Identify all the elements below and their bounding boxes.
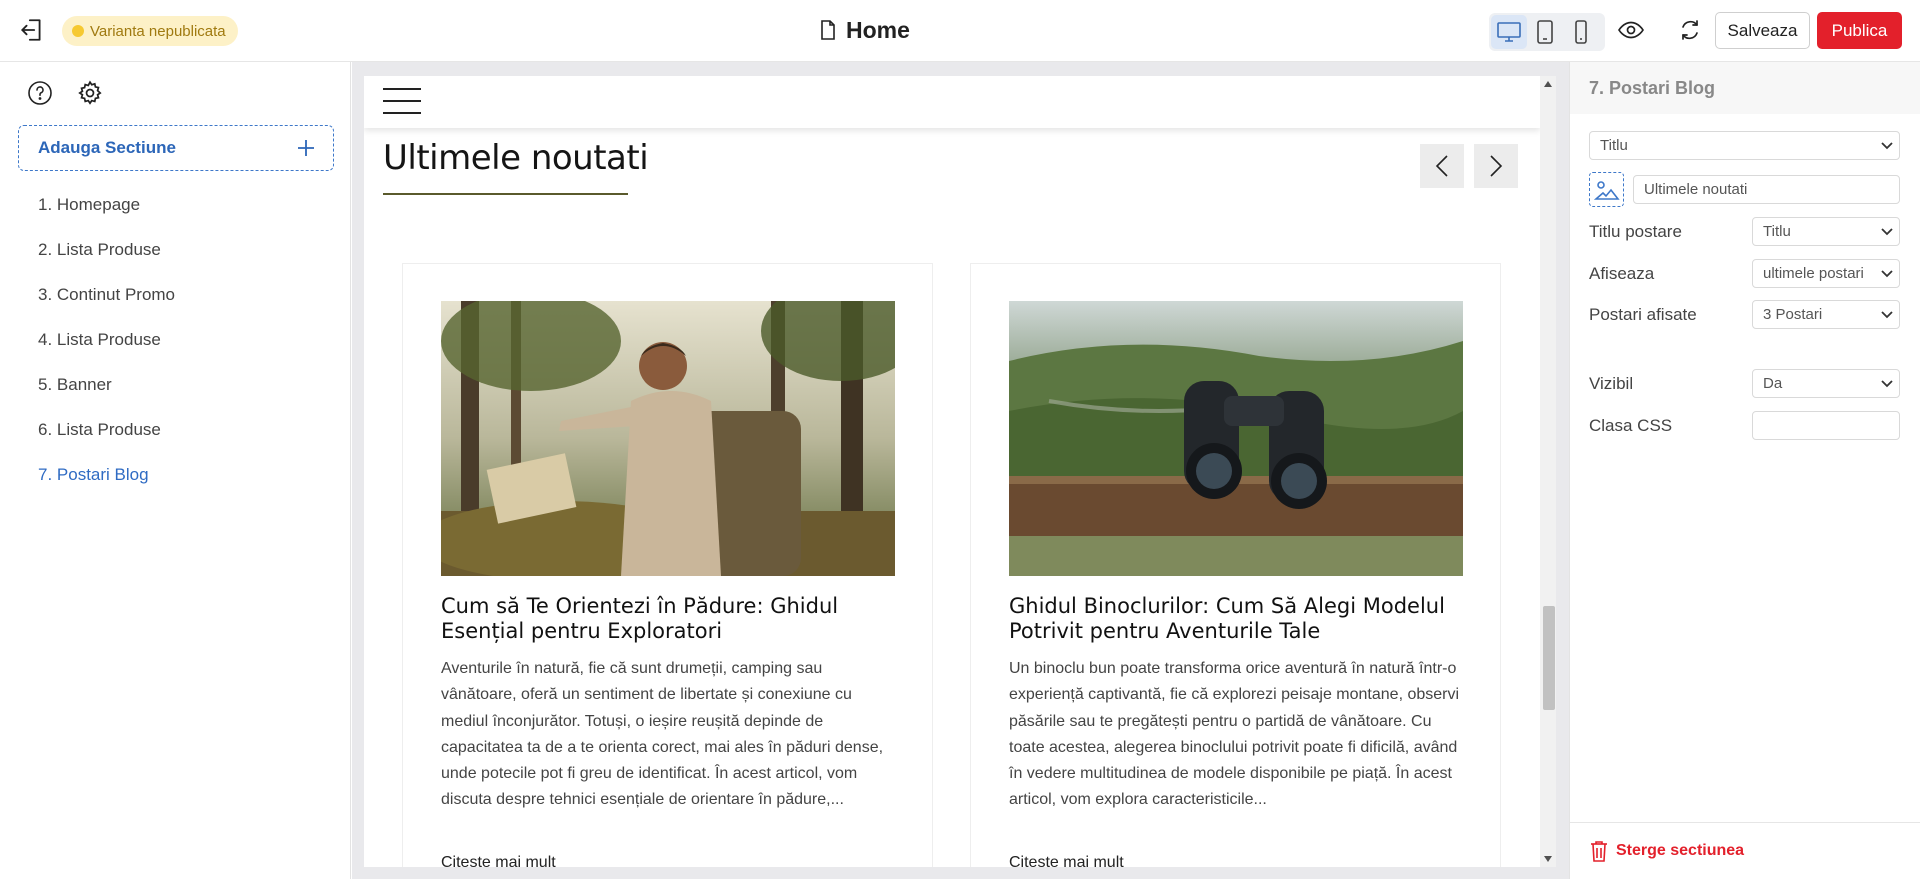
tablet-view-button[interactable] <box>1527 15 1563 49</box>
read-more-link[interactable]: Citeste mai mult <box>1009 854 1124 867</box>
posts-shown-select-value: 3 Postari <box>1763 306 1823 323</box>
settings-button[interactable] <box>76 79 104 107</box>
chevron-down-icon <box>1881 141 1893 149</box>
add-section-button[interactable]: Adauga Sectiune <box>18 125 334 171</box>
chevron-down-icon <box>1881 310 1893 318</box>
visible-select-value: Da <box>1763 375 1783 392</box>
binoculars-image <box>1009 301 1463 576</box>
title-underline <box>383 193 628 195</box>
triangle-down-icon <box>1544 856 1552 862</box>
sections-sidebar: Adauga Sectiune 1. Homepage 2. Lista Pro… <box>0 62 351 879</box>
section-item-lista-produse-1[interactable]: 2. Lista Produse <box>38 227 175 272</box>
triangle-up-icon <box>1544 81 1552 87</box>
desktop-icon <box>1497 22 1521 42</box>
css-class-label: Clasa CSS <box>1589 416 1673 435</box>
canvas-scrollbar[interactable] <box>1540 76 1556 867</box>
status-dot <box>72 25 84 37</box>
page-title: Home <box>820 14 910 46</box>
title-type-value: Titlu <box>1600 137 1628 154</box>
scrollbar-thumb[interactable] <box>1543 606 1555 710</box>
plus-icon <box>298 140 314 156</box>
blog-post-card: Cum să Te Orientezi în Pădure: Ghidul Es… <box>402 263 933 867</box>
mobile-view-button[interactable] <box>1563 15 1599 49</box>
section-item-lista-produse-3[interactable]: 6. Lista Produse <box>38 407 175 452</box>
post-image-binoculars[interactable] <box>1009 301 1463 576</box>
preview-canvas: Ultimele noutati Cum să Te Orientezi în … <box>364 76 1540 867</box>
post-excerpt: Un binoclu bun poate transforma orice av… <box>1009 660 1460 809</box>
section-list: 1. Homepage 2. Lista Produse 3. Continut… <box>38 182 175 497</box>
exit-button[interactable] <box>16 14 48 46</box>
chevron-left-icon <box>1435 155 1448 177</box>
image-icon <box>1593 180 1620 200</box>
section-item-homepage[interactable]: 1. Homepage <box>38 182 175 227</box>
mobile-icon <box>1575 20 1587 44</box>
chevron-down-icon <box>1881 269 1893 277</box>
tablet-icon <box>1537 20 1553 44</box>
section-item-lista-produse-2[interactable]: 4. Lista Produse <box>38 317 175 362</box>
eye-icon <box>1618 21 1644 39</box>
post-title[interactable]: Ghidul Binoclurilor: Cum Să Alegi Modelu… <box>1009 594 1463 644</box>
refresh-icon <box>1682 20 1698 40</box>
posts-shown-select[interactable]: 3 Postari <box>1752 300 1900 329</box>
blog-post-card: Ghidul Binoclurilor: Cum Să Alegi Modelu… <box>970 263 1501 867</box>
post-title-select[interactable]: Titlu <box>1752 217 1900 246</box>
carousel-next-button[interactable] <box>1474 144 1518 188</box>
gear-icon <box>78 80 102 105</box>
document-icon <box>821 20 835 40</box>
section-item-continut-promo[interactable]: 3. Continut Promo <box>38 272 175 317</box>
css-class-input[interactable] <box>1752 411 1900 440</box>
properties-panel: 7. Postari Blog Titlu Ultimele noutati T… <box>1569 62 1920 879</box>
page-title-text: Home <box>846 16 910 43</box>
display-select[interactable]: ultimele postari <box>1752 259 1900 288</box>
preview-canvas-area: Ultimele noutati Cum să Te Orientezi în … <box>352 62 1569 879</box>
post-title[interactable]: Cum să Te Orientezi în Pădure: Ghidul Es… <box>441 594 895 644</box>
scroll-up-button[interactable] <box>1540 76 1556 92</box>
device-switcher <box>1489 13 1605 51</box>
scroll-down-button[interactable] <box>1540 851 1556 867</box>
posts-shown-label: Postari afisate <box>1589 305 1697 324</box>
carousel-prev-button[interactable] <box>1420 144 1464 188</box>
status-badge: Varianta nepublicata <box>62 16 238 46</box>
section-item-postari-blog[interactable]: 7. Postari Blog <box>38 452 175 497</box>
trash-icon <box>1591 841 1607 862</box>
display-select-value: ultimele postari <box>1763 265 1864 282</box>
visible-label: Vizibil <box>1589 374 1634 393</box>
post-image-hiker[interactable] <box>441 301 895 576</box>
help-icon <box>28 81 52 105</box>
delete-section-label: Sterge sectiunea <box>1616 842 1745 859</box>
sidebar-tools <box>26 79 104 107</box>
visible-select[interactable]: Da <box>1752 369 1900 398</box>
site-header <box>364 76 1540 128</box>
hiker-image <box>441 301 895 576</box>
hamburger-menu-icon[interactable] <box>383 88 421 114</box>
post-excerpt: Aventurile în natură, fie că sunt drumeț… <box>441 660 884 809</box>
read-more-link[interactable]: Citeste mai mult <box>441 854 556 867</box>
status-badge-label: Varianta nepublicata <box>90 22 226 40</box>
chevron-right-icon <box>1490 155 1503 177</box>
exit-icon <box>21 19 41 41</box>
blog-section-title[interactable]: Ultimele noutati <box>383 138 649 178</box>
image-picker-button[interactable] <box>1589 172 1624 207</box>
post-title-select-value: Titlu <box>1763 223 1791 240</box>
section-item-banner[interactable]: 5. Banner <box>38 362 175 407</box>
post-title-label: Titlu postare <box>1589 222 1682 241</box>
chevron-down-icon <box>1881 227 1893 235</box>
title-text-input[interactable]: Ultimele noutati <box>1633 175 1900 204</box>
title-type-select[interactable]: Titlu <box>1589 131 1900 160</box>
top-bar: Varianta nepublicata Home Salveaza Publi… <box>0 0 1920 62</box>
desktop-view-button[interactable] <box>1491 15 1527 49</box>
add-section-label: Adauga Sectiune <box>38 138 176 157</box>
refresh-button[interactable] <box>1674 14 1706 46</box>
save-button[interactable]: Salveaza <box>1715 12 1810 49</box>
display-label: Afiseaza <box>1589 264 1655 283</box>
chevron-down-icon <box>1881 379 1893 387</box>
publish-button[interactable]: Publica <box>1817 12 1902 49</box>
preview-button[interactable] <box>1615 14 1647 46</box>
delete-section-button[interactable]: Sterge sectiunea <box>1570 822 1920 879</box>
panel-title: 7. Postari Blog <box>1570 62 1920 114</box>
help-button[interactable] <box>26 79 54 107</box>
